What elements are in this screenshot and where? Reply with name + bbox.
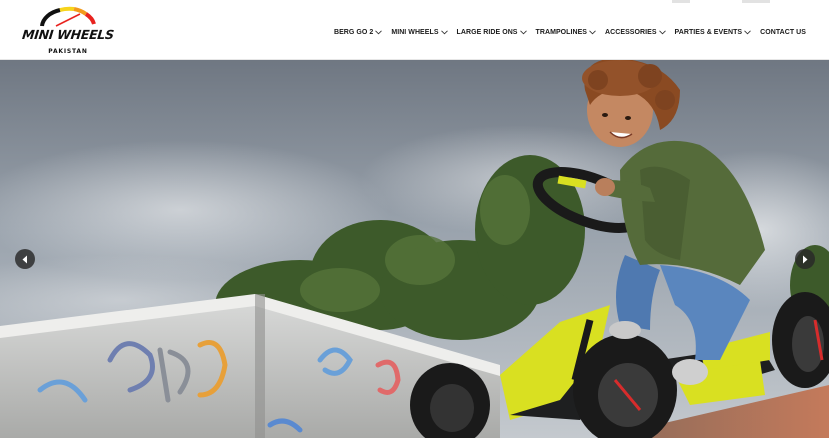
- nav-item-label: BERG GO 2: [333, 28, 374, 36]
- top-strip-segment: [742, 0, 770, 3]
- site-logo[interactable]: MINI WHEELS PAKISTAN: [21, 6, 115, 58]
- logo-title: MINI WHEELS: [21, 27, 115, 42]
- nav-item-trampolines[interactable]: TRAMPOLINES: [536, 29, 597, 36]
- nav-item-accessories[interactable]: ACCESSORIES: [605, 29, 666, 36]
- chevron-left-icon: [22, 255, 27, 263]
- slider-next-button[interactable]: [795, 249, 815, 269]
- chevron-down-icon: [589, 29, 596, 34]
- hero-slide-image: [0, 60, 829, 438]
- chevron-down-icon: [744, 29, 751, 34]
- chevron-down-icon: [519, 29, 527, 34]
- site-header: MINI WHEELS PAKISTAN BERG GO 2 MINI WHEE…: [0, 0, 829, 60]
- hero-slider[interactable]: [0, 60, 829, 438]
- logo-subtitle: PAKISTAN: [48, 48, 88, 55]
- slider-prev-button[interactable]: [15, 249, 35, 269]
- chevron-down-icon: [658, 29, 666, 34]
- nav-item-label: ACCESSORIES: [605, 28, 657, 36]
- top-strip: [0, 0, 829, 3]
- nav-item-mini-wheels[interactable]: MINI WHEELS: [391, 28, 448, 36]
- nav-item-large-ride-ons[interactable]: LARGE RIDE ONS: [457, 29, 527, 36]
- nav-item-label: PARTIES & EVENTS: [674, 28, 743, 36]
- nav-item-parties-events[interactable]: PARTIES & EVENTS: [675, 29, 752, 36]
- nav-item-contact-us[interactable]: CONTACT US: [760, 29, 806, 36]
- nav-item-label: TRAMPOLINES: [535, 28, 588, 36]
- nav-item-berg-go-2[interactable]: BERG GO 2: [333, 28, 383, 36]
- nav-item-label: MINI WHEELS: [391, 28, 439, 36]
- chevron-right-icon: [803, 255, 808, 263]
- speedometer-arc-icon: [40, 6, 96, 27]
- nav-item-label: CONTACT US: [760, 28, 806, 36]
- nav-item-label: LARGE RIDE ONS: [456, 28, 518, 36]
- chevron-down-icon: [440, 29, 448, 34]
- chevron-down-icon: [375, 29, 383, 34]
- main-nav: BERG GO 2 MINI WHEELS LARGE RIDE ONS TRA…: [334, 25, 806, 39]
- top-strip-segment: [672, 0, 690, 3]
